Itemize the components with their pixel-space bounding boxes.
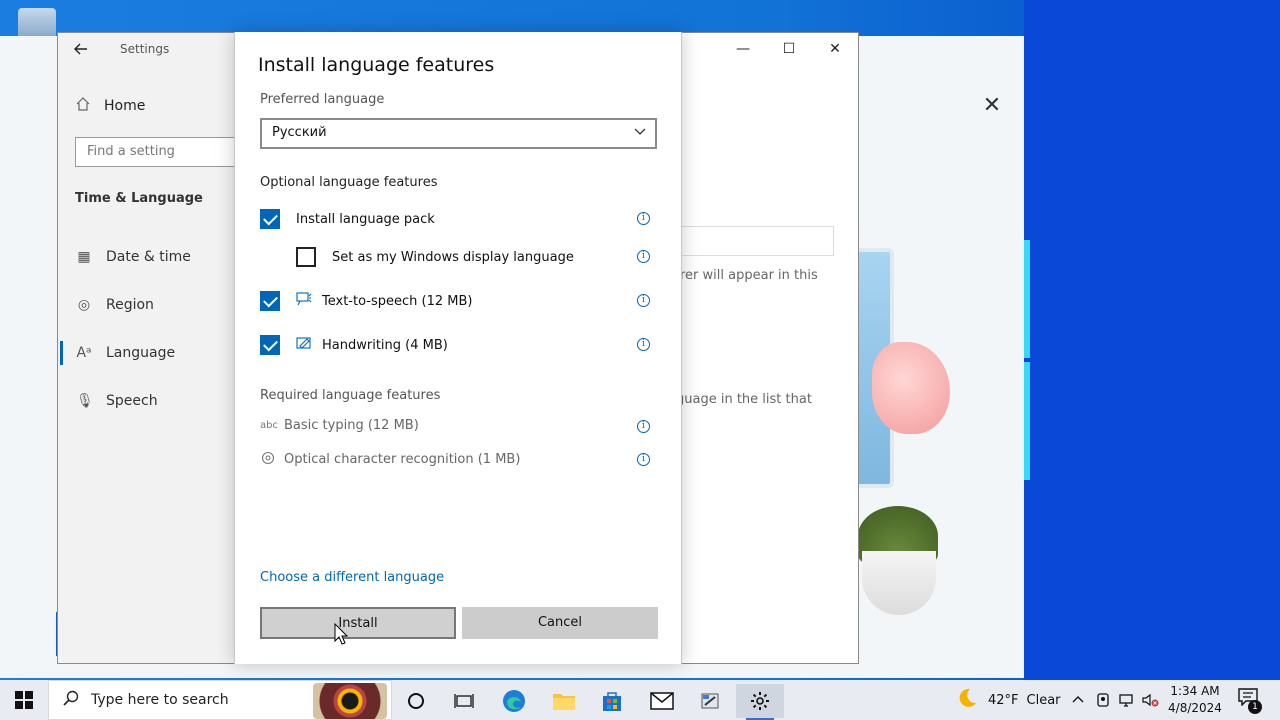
required-label: Optical character recognition (1 MB): [284, 452, 521, 467]
nav-item-date-time[interactable]: ▦ Date & time: [76, 249, 191, 265]
microsoft-store-icon[interactable]: [588, 684, 636, 718]
nav-item-label: Language: [106, 345, 176, 361]
active-indicator: [60, 341, 63, 365]
file-explorer-icon[interactable]: [540, 684, 588, 718]
volume-muted-icon[interactable]: [1141, 680, 1159, 720]
desktop-wallpaper-right: [1024, 0, 1280, 680]
task-view-icon[interactable]: [440, 684, 488, 718]
settings-gear-icon[interactable]: [736, 684, 784, 720]
show-hidden-icons-chevron-icon[interactable]: [1071, 680, 1085, 720]
abc-icon: abc: [260, 420, 278, 431]
maximize-icon[interactable]: ☐: [766, 37, 812, 61]
settings-nav: Settings Home Find a setting Time & Lang…: [58, 33, 245, 663]
moon-icon: [956, 687, 978, 713]
option-label: Text-to-speech (12 MB): [322, 293, 473, 309]
checkbox-checked[interactable]: [260, 209, 280, 229]
ocr-icon: [260, 451, 276, 468]
language-icon: Aᵃ: [76, 345, 92, 361]
nav-home[interactable]: Home: [76, 97, 145, 115]
decorative-megaphone-illustration: [872, 342, 950, 434]
taskbar: Type here to search 42°F Clear 1:34 AM 4…: [0, 680, 1280, 720]
settings-title: Settings: [120, 42, 170, 56]
clock-time: 1:34 AM: [1170, 684, 1220, 698]
checkbox-unchecked[interactable]: [296, 247, 316, 267]
search-placeholder: Type here to search: [91, 692, 229, 708]
search-icon: [63, 690, 79, 710]
speech-icon: [296, 292, 312, 310]
info-icon[interactable]: i: [637, 212, 650, 225]
network-icon[interactable]: [1118, 680, 1134, 720]
meet-now-icon[interactable]: [1096, 680, 1110, 720]
taskbar-search-box[interactable]: Type here to search: [48, 680, 392, 720]
background-text: guage in the list that: [676, 392, 812, 407]
required-ocr: Optical character recognition (1 MB): [260, 451, 520, 468]
info-icon[interactable]: i: [637, 294, 650, 307]
taskbar-clock[interactable]: 1:34 AM 4/8/2024: [1165, 683, 1225, 717]
app-icon[interactable]: [686, 684, 734, 718]
install-button[interactable]: Install: [260, 607, 456, 639]
background-text: rer will appear in this: [680, 268, 818, 283]
handwriting-icon: [296, 336, 312, 354]
cortana-icon[interactable]: [392, 684, 440, 718]
cancel-button[interactable]: Cancel: [462, 607, 658, 639]
close-icon[interactable]: ✕: [982, 95, 1002, 117]
decorative-pot-illustration: [862, 551, 936, 615]
back-arrow-icon[interactable]: [74, 41, 94, 61]
required-basic-typing: abc Basic typing (12 MB): [260, 418, 419, 433]
info-icon[interactable]: i: [637, 250, 650, 263]
nav-item-label: Speech: [106, 393, 158, 409]
nav-item-region[interactable]: ◎ Region: [76, 297, 154, 313]
nav-item-speech[interactable]: 🎙︎ Speech: [76, 393, 158, 409]
preferred-language-value: Русский: [272, 125, 327, 140]
option-handwriting[interactable]: Handwriting (4 MB): [260, 335, 448, 355]
option-text-to-speech[interactable]: Text-to-speech (12 MB): [260, 291, 472, 311]
option-language-pack[interactable]: Install language pack: [260, 209, 435, 229]
chevron-down-icon: [633, 124, 647, 142]
checkbox-checked[interactable]: [260, 291, 280, 311]
checkbox-checked[interactable]: [260, 335, 280, 355]
close-icon[interactable]: ✕: [812, 37, 858, 61]
option-label: Handwriting (4 MB): [322, 337, 448, 353]
nav-home-label: Home: [104, 98, 146, 114]
install-language-dialog: Install language features Preferred lang…: [234, 32, 682, 664]
info-icon[interactable]: i: [637, 453, 650, 466]
globe-icon: ◎: [77, 297, 91, 313]
preferred-language-select[interactable]: Русский: [260, 118, 657, 149]
required-features-heading: Required language features: [260, 388, 441, 403]
nav-section-title: Time & Language: [75, 191, 203, 206]
info-icon[interactable]: i: [637, 420, 650, 433]
minimize-icon[interactable]: —: [720, 37, 766, 61]
optional-features-heading: Optional language features: [260, 175, 438, 190]
search-highlight-image: [313, 683, 387, 719]
nav-item-label: Region: [106, 297, 154, 313]
info-icon[interactable]: i: [637, 338, 650, 351]
weather-condition: Clear: [1026, 692, 1061, 708]
preferred-language-label: Preferred language: [260, 92, 385, 107]
find-setting-input[interactable]: Find a setting: [75, 137, 245, 167]
weather-temp: 42°F: [988, 692, 1019, 708]
clock-date: 4/8/2024: [1168, 701, 1222, 715]
microphone-icon: 🎙︎: [76, 393, 94, 409]
mail-icon[interactable]: [638, 684, 686, 718]
option-display-language[interactable]: Set as my Windows display language: [296, 247, 574, 267]
windows-start-icon[interactable]: [0, 680, 48, 720]
edge-browser-icon[interactable]: [490, 684, 538, 718]
option-label: Set as my Windows display language: [332, 249, 574, 265]
background-field: [680, 226, 834, 256]
dialog-title: Install language features: [258, 54, 495, 76]
required-label: Basic typing (12 MB): [284, 418, 419, 433]
notification-count-badge: 1: [1248, 700, 1262, 714]
weather-widget[interactable]: 42°F Clear: [956, 680, 1061, 720]
nav-item-label: Date & time: [106, 249, 191, 265]
nav-item-language[interactable]: Aᵃ Language: [76, 345, 175, 361]
choose-different-language-link[interactable]: Choose a different language: [260, 570, 444, 585]
option-label: Install language pack: [296, 211, 435, 227]
home-icon: [76, 97, 90, 115]
calendar-clock-icon: ▦: [77, 249, 91, 265]
